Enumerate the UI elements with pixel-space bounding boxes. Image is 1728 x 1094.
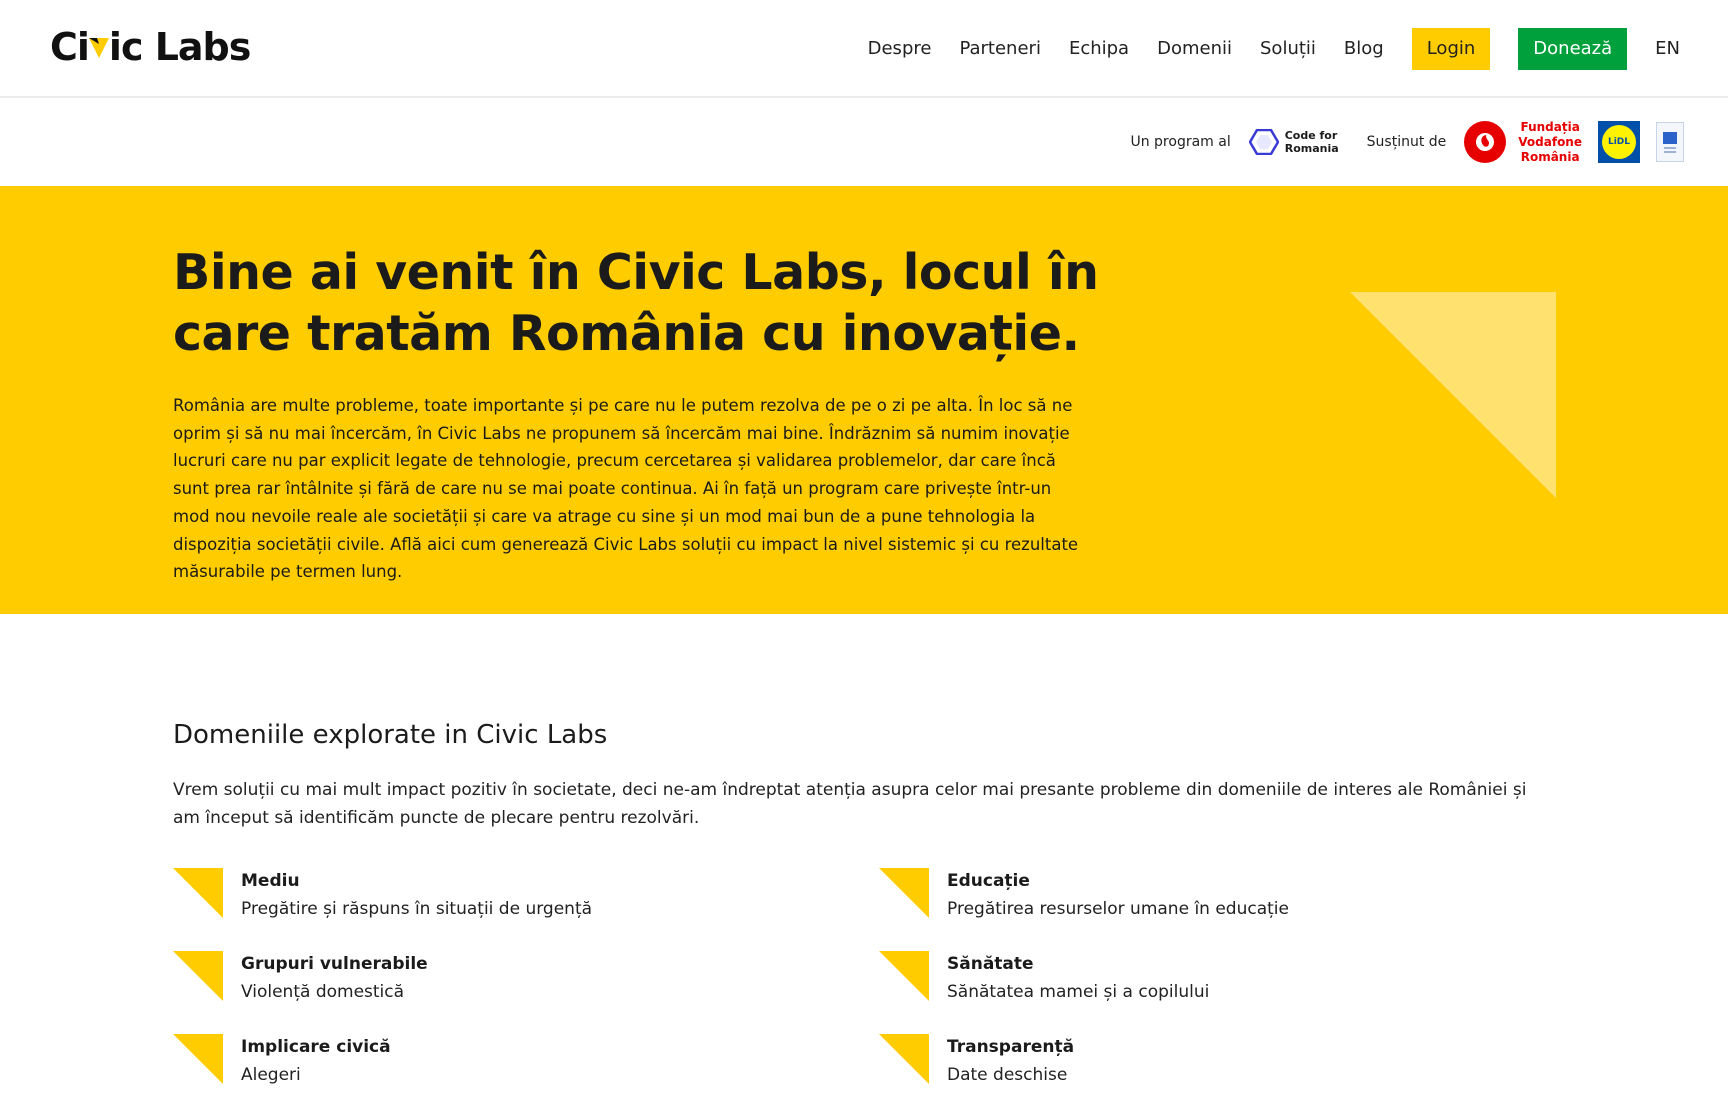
fundatia-vodafone-text[interactable]: Fundația Vodafone România [1518, 120, 1582, 165]
triangle-icon [879, 1034, 929, 1084]
code-for-romania-logo[interactable]: Code for Romania [1248, 129, 1339, 155]
nav-echipa[interactable]: Echipa [1069, 28, 1129, 70]
domain-item-transparenta[interactable]: Transparență Date deschise [879, 1034, 1499, 1094]
domain-subtitle: Date deschise [947, 1065, 1068, 1085]
logo-text-end: ic Labs [108, 25, 251, 69]
domain-title: Mediu [241, 871, 300, 891]
main-nav: Despre Parteneri Echipa Domenii Soluții … [868, 28, 1680, 70]
code-for-romania-text: Code for Romania [1284, 129, 1339, 155]
triangle-icon [879, 868, 929, 918]
domain-title: Implicare civică [241, 1037, 391, 1057]
nav-parteneri[interactable]: Parteneri [959, 28, 1041, 70]
site-header: Ci ic Labs Despre Parteneri Echipa Domen… [0, 0, 1728, 98]
domain-subtitle: Violență domestică [241, 982, 405, 1002]
partner-logos: Un program al Code for Romania Susținut … [1130, 120, 1684, 164]
code-for-romania-icon [1248, 129, 1279, 155]
nav-domenii[interactable]: Domenii [1157, 28, 1232, 70]
program-label: Un program al [1130, 134, 1231, 150]
hero-text: România are multe probleme, toate import… [173, 396, 1079, 582]
vodafone-logo-icon[interactable] [1464, 121, 1507, 163]
triangle-icon [879, 951, 929, 1001]
nav-blog[interactable]: Blog [1344, 28, 1384, 70]
triangle-icon [173, 1034, 223, 1084]
domain-item-grupuri-vulnerabile[interactable]: Grupuri vulnerabile Violență domestică [173, 951, 793, 1011]
logo-text-start: Ci [50, 25, 90, 69]
login-button[interactable]: Login [1411, 28, 1491, 70]
domain-title: Transparență [947, 1037, 1075, 1057]
domain-subtitle: Sănătatea mamei și a copilului [947, 982, 1210, 1002]
partner-bar: Un program al Code for Romania Susținut … [0, 100, 1728, 186]
nav-solutii[interactable]: Soluții [1260, 28, 1316, 70]
hero-section: Bine ai venit în Civic Labs, locul în ca… [0, 186, 1728, 614]
domain-subtitle: Alegeri [241, 1065, 301, 1085]
domains-heading: Domeniile explorate in Civic Labs [173, 720, 608, 750]
lidl-logo-icon[interactable]: LiDL [1598, 121, 1640, 163]
nav-despre[interactable]: Despre [868, 28, 932, 70]
partner-badge-icon[interactable] [1656, 122, 1684, 162]
domain-title: Grupuri vulnerabile [241, 954, 428, 974]
domain-item-mediu[interactable]: Mediu Pregătire și răspuns în situații d… [173, 868, 793, 928]
hero-triangle-icon [1350, 292, 1556, 498]
domain-item-sanatate[interactable]: Sănătate Sănătatea mamei și a copilului [879, 951, 1499, 1011]
logo-v-mark-icon [88, 26, 109, 68]
domain-subtitle: Pregătire și răspuns în situații de urge… [241, 899, 593, 919]
domain-subtitle: Pregătirea resurselor umane în educație [947, 899, 1289, 919]
hero-title: Bine ai venit în Civic Labs, locul în ca… [173, 244, 1099, 362]
domain-item-implicare-civica[interactable]: Implicare civică Alegeri [173, 1034, 793, 1094]
triangle-icon [173, 868, 223, 918]
donate-button[interactable]: Donează [1518, 28, 1628, 70]
domain-title: Sănătate [947, 954, 1034, 974]
domains-intro: Vrem soluții cu mai mult impact pozitiv … [173, 780, 1527, 828]
domain-item-educatie[interactable]: Educație Pregătirea resurselor umane în … [879, 868, 1499, 928]
supported-label: Susținut de [1366, 134, 1447, 150]
domains-section: Domeniile explorate in Civic Labs Vrem s… [173, 720, 1553, 1085]
lidl-logo-text: LiDL [1602, 125, 1636, 159]
civic-labs-logo[interactable]: Ci ic Labs [50, 25, 251, 69]
language-switch[interactable]: EN [1655, 28, 1680, 70]
domain-title: Educație [947, 871, 1030, 891]
triangle-icon [173, 951, 223, 1001]
